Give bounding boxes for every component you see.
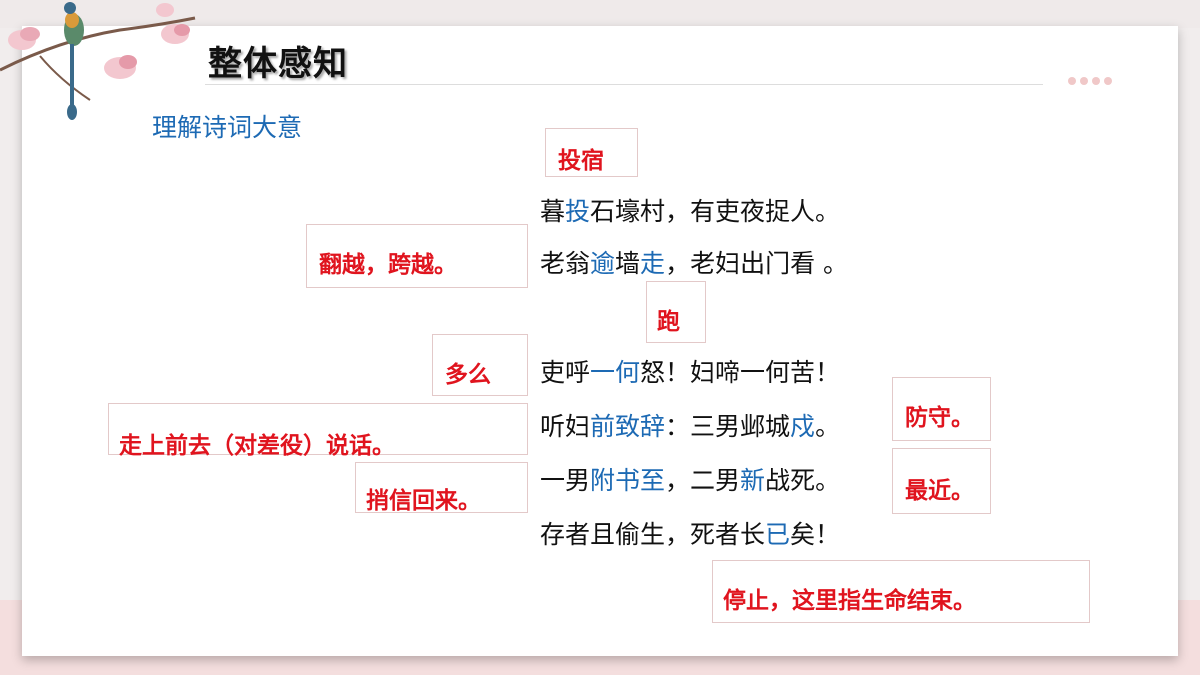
- poem-text: 墙: [615, 249, 641, 278]
- note-xin: 最近。: [892, 448, 991, 514]
- note-yi: 停止，这里指生命结束。: [712, 560, 1090, 623]
- poem-line: 一男附书至，二男新战死。: [540, 461, 840, 497]
- note-qianzhici: 走上前去（对差役）说话。: [108, 403, 528, 459]
- poem-text: ，二男: [665, 466, 741, 495]
- note-shu: 防守。: [892, 377, 991, 441]
- poem-text: 。: [815, 412, 841, 441]
- note-fushuzhi: 捎信回来。: [355, 462, 528, 514]
- poem-text: 怒！妇啼一何苦！: [640, 358, 841, 387]
- poem-text: 吏呼: [540, 358, 591, 387]
- poem-text: ：三男邺城: [665, 412, 791, 441]
- poem-text: 一男: [540, 466, 591, 495]
- poem-line: 存者且偷生，死者长已矣！: [540, 515, 840, 551]
- highlighted-word: 戍: [790, 412, 816, 441]
- decorative-dots: [1068, 70, 1116, 89]
- note-tou: 投宿: [545, 128, 638, 177]
- section-subtitle: 理解诗词大意: [152, 113, 303, 142]
- highlighted-word: 逾: [590, 249, 616, 278]
- title-divider: [205, 84, 1043, 85]
- poem-text: 听妇: [540, 412, 591, 441]
- poem-text: 矣！: [790, 520, 841, 549]
- poem-text: 老翁: [540, 249, 591, 278]
- note-yihe: 多么: [432, 334, 528, 396]
- highlighted-word: 新: [740, 466, 766, 495]
- poem-line: 暮投石壕村，有吏夜捉人。: [540, 192, 840, 228]
- highlighted-word: 一何: [590, 358, 641, 387]
- poem-text: ，老妇出门看 。: [665, 249, 849, 278]
- note-yu: 翻越，跨越。: [306, 224, 528, 288]
- poem-text: 暮: [540, 197, 566, 226]
- highlighted-word: 已: [765, 520, 791, 549]
- poem-text: 石壕村，有吏夜捉人。: [590, 197, 841, 226]
- poem-line: 老翁逾墙走，老妇出门看 。: [540, 244, 848, 280]
- poem-line: 听妇前致辞：三男邺城戍。: [540, 407, 840, 443]
- highlighted-word: 走: [640, 249, 666, 278]
- poem-text: 存者且偷生，死者长: [540, 520, 766, 549]
- poem-line: 吏呼一何怒！妇啼一何苦！: [540, 353, 840, 389]
- note-zou: 跑: [646, 281, 706, 343]
- highlighted-word: 前致辞: [590, 412, 666, 441]
- highlighted-word: 投: [565, 197, 591, 226]
- highlighted-word: 附书至: [590, 466, 666, 495]
- page-title: 整体感知: [208, 44, 348, 84]
- poem-text: 战死。: [765, 466, 841, 495]
